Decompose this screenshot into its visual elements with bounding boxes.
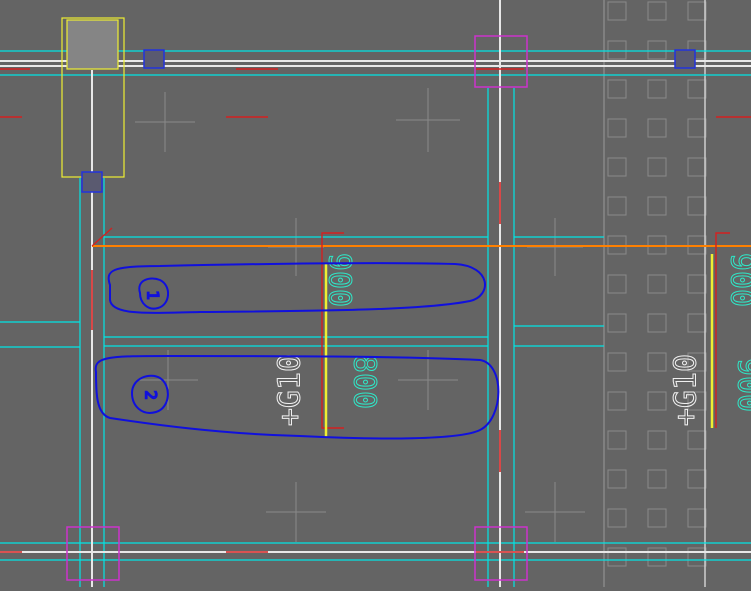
cad-drawing[interactable]: 900 800 +G10 900 900 +G10 1 2 — [0, 0, 751, 587]
width-label-right-top: 900 — [724, 253, 751, 307]
drawing-background — [0, 0, 751, 587]
markup-upper-note: 1 — [144, 290, 163, 300]
width-label-lower: 800 — [347, 355, 382, 409]
width-label-right-bottom: 900 — [731, 358, 751, 412]
markup-lower-note: 2 — [142, 390, 161, 400]
elevation-label-right: +G10 — [669, 354, 704, 426]
width-label-upper: 900 — [322, 253, 357, 307]
elevation-label-left: +G10 — [273, 354, 308, 426]
column-filled[interactable] — [67, 20, 118, 69]
cad-drawing-canvas[interactable]: 900 800 +G10 900 900 +G10 1 2 — [0, 0, 751, 587]
